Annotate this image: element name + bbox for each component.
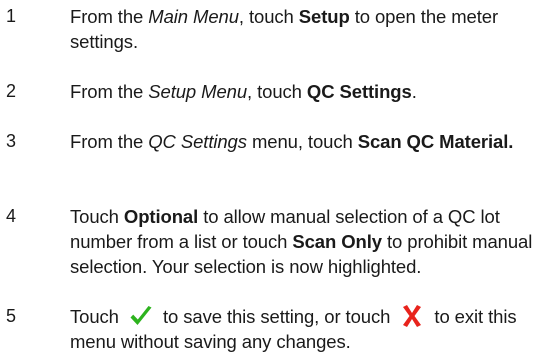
step-number: 5: [6, 306, 17, 326]
button-name: Optional: [123, 206, 199, 227]
step-text: From the Setup Menu, touch QC Settings.: [70, 81, 417, 102]
step-number: 1: [6, 6, 17, 26]
step-number: 3: [6, 131, 17, 151]
button-name: Setup: [298, 6, 350, 27]
menu-name: Setup Menu: [148, 81, 248, 102]
checkmark-icon: [128, 304, 154, 328]
button-name: QC Settings: [306, 81, 412, 102]
step-text: From the QC Settings menu, touch Scan QC…: [70, 131, 514, 152]
step-text: Touch Optional to allow manual selection…: [70, 206, 533, 277]
button-name: Scan Only: [292, 231, 382, 252]
x-icon: [399, 304, 425, 328]
instruction-steps: 1 From the Main Menu, touch Setup to ope…: [0, 0, 547, 356]
step-text: Touch to save this setting, or touch to …: [70, 304, 517, 352]
menu-name: QC Settings: [148, 131, 247, 152]
step-text: From the Main Menu, touch Setup to open …: [70, 6, 499, 52]
step-number: 2: [6, 81, 17, 101]
step-number: 4: [6, 206, 17, 226]
button-name: Scan QC Material.: [357, 131, 514, 152]
menu-name: Main Menu: [148, 6, 239, 27]
